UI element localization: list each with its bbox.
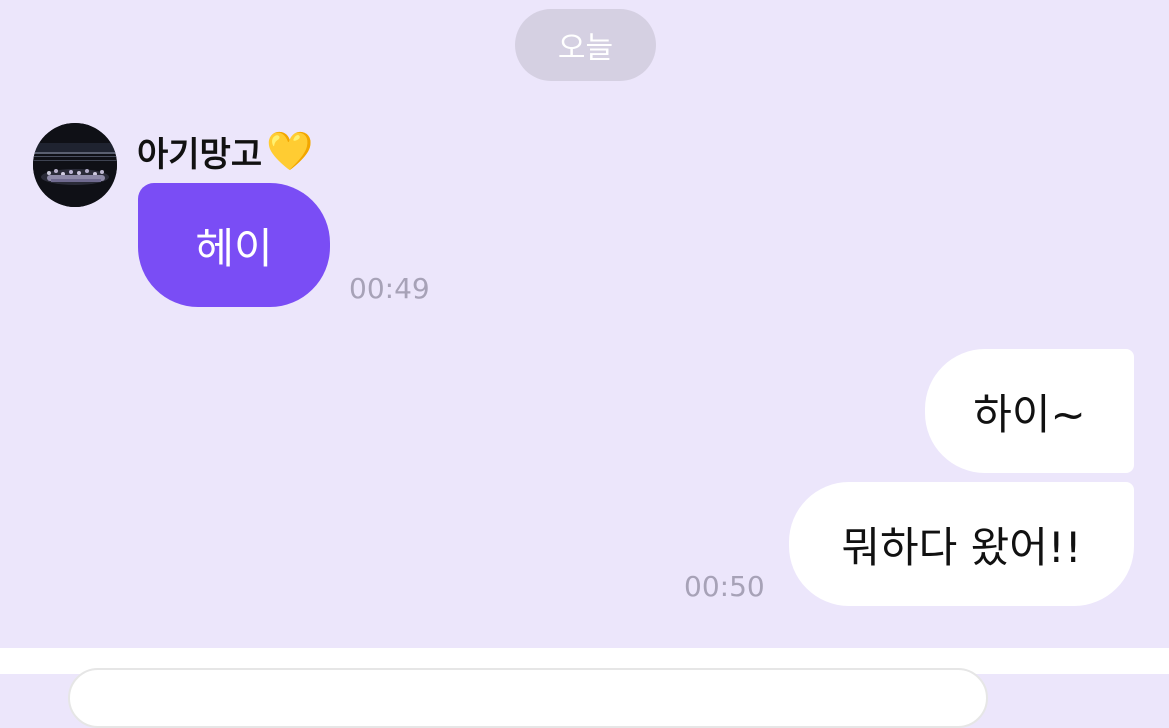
outgoing-message-time: 00:50 [684,570,765,603]
sender-avatar[interactable] [33,123,117,207]
message-composer [0,648,1169,728]
outgoing-message-text: 뭐하다 왔어!! [841,522,1082,572]
outgoing-message-text: 하이~ [973,389,1086,439]
message-input[interactable] [68,668,988,728]
incoming-message-bubble[interactable]: 헤이 [138,183,330,307]
outgoing-message-bubble[interactable]: 뭐하다 왔어!! [789,482,1134,606]
date-divider: 오늘 [515,9,656,81]
sender-name: 아기망고 💛 [137,126,313,176]
outgoing-message-bubble[interactable]: 하이~ [925,349,1134,473]
incoming-message-time: 00:49 [349,272,430,305]
incoming-message-text: 헤이 [195,223,273,273]
sender-name-text: 아기망고 [137,134,263,175]
group-photo-avatar-icon [33,123,117,207]
yellow-heart-icon: 💛 [266,128,314,173]
